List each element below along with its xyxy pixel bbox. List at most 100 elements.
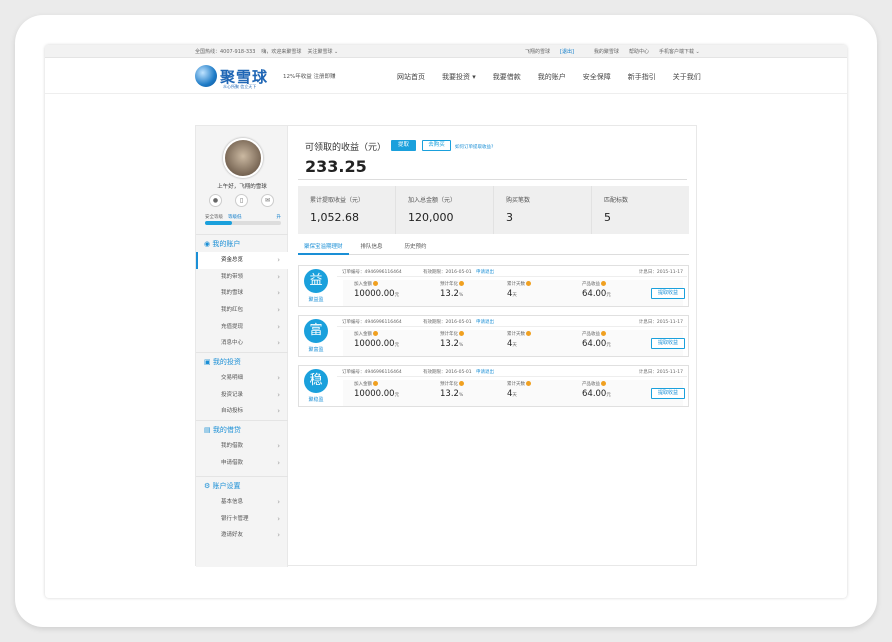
header: 聚雪球 众心所聚 信立天下 12%年收益 注册即赚 网站首页 我要投资 ▾ 我要…	[45, 58, 847, 94]
tab-history[interactable]: 历史预约	[399, 242, 433, 255]
main-nav: 网站首页 我要投资 ▾ 我要借款 我的账户 安全保障 新手指引 关于我们	[397, 72, 718, 82]
my-account-link[interactable]: 我的聚雪球	[594, 48, 619, 55]
security-level-value: 等级低	[228, 215, 242, 220]
loan-icon: ▤	[204, 426, 213, 434]
sidebar-item-deposit-withdraw[interactable]: 充值提现	[196, 319, 288, 336]
sidebar-item-bank-cards[interactable]: 银行卡管理	[196, 511, 288, 528]
withdraw-button[interactable]: 提取	[391, 140, 416, 151]
stat-matched: 匹配标数 5	[604, 197, 629, 224]
help-icon[interactable]	[601, 331, 606, 336]
tab-wealth[interactable]: 聚保宝溢期理财	[298, 242, 349, 255]
nav-security[interactable]: 安全保障	[583, 72, 611, 82]
help-icon[interactable]	[373, 331, 378, 336]
help-link[interactable]: 帮助中心	[629, 48, 649, 55]
redeem-link[interactable]: 申请退出	[476, 269, 494, 275]
verify-icons: ● ▯ ✉	[209, 194, 287, 207]
sidebar-item-messages[interactable]: 消息中心	[196, 335, 288, 352]
earnings-help-link[interactable]: 如何订单提取收益?	[455, 144, 493, 150]
buy-button[interactable]: 去购买	[422, 140, 451, 151]
welcome-text: 嗨，欢迎来聚雪球	[261, 48, 302, 55]
username-link[interactable]: 飞翔的雪球 [退出]	[525, 48, 584, 55]
sidebar-item-funds-overview[interactable]: 资金总览	[196, 252, 288, 269]
redeem-link[interactable]: 申请退出	[476, 319, 494, 325]
help-icon[interactable]	[526, 381, 531, 386]
sidebar: 上午好，飞翔的雪球 ● ▯ ✉ 安全等级等级低 升 ◉ 我的账户 资金总览 我的…	[196, 126, 288, 567]
help-icon[interactable]	[373, 281, 378, 286]
stats-panel: 累计提取收益（元） 1,052.68 加入总金额（元） 120,000 购买笔数 3 …	[298, 186, 689, 234]
days-col: 累计天数 4天	[507, 281, 531, 299]
avatar[interactable]	[223, 138, 263, 178]
rate-col: 预计年化 13.2%	[440, 281, 464, 299]
withdraw-earnings-button[interactable]: 提取收益	[651, 388, 685, 399]
nav-home[interactable]: 网站首页	[397, 72, 425, 82]
security-progress-bar	[205, 221, 281, 225]
security-progress-fill	[205, 221, 232, 225]
sidebar-item-auto-bid[interactable]: 自动投标	[196, 403, 288, 420]
globe-logo-icon	[195, 65, 217, 87]
help-icon[interactable]	[459, 281, 464, 286]
sidebar-item-transactions[interactable]: 交易明细	[196, 370, 288, 387]
phone-verify-icon[interactable]: ▯	[235, 194, 248, 207]
help-icon[interactable]	[601, 381, 606, 386]
earn-col: 产品收益 64.00元	[582, 281, 611, 299]
nav-account[interactable]: 我的账户	[538, 72, 566, 82]
help-icon[interactable]	[373, 381, 378, 386]
sidebar-group-loan: ▤ 我的借贷 我的借款 申请借款	[196, 420, 288, 471]
withdraw-earnings-button[interactable]: 提取收益	[651, 338, 685, 349]
stat-purchases: 购买笔数 3	[494, 186, 592, 234]
logout-link[interactable]: [退出]	[560, 49, 574, 55]
product-card: 稳聚稳盈 订单编号：4946996116464 有效期限：2016-05-01 申请退…	[298, 365, 689, 407]
help-icon[interactable]	[526, 331, 531, 336]
greeting: 上午好，飞翔的雪球	[217, 184, 267, 190]
sidebar-item-apply-loan[interactable]: 申请借款	[196, 455, 288, 472]
divider	[298, 179, 687, 180]
sidebar-item-my-lead[interactable]: 我的带领	[196, 269, 288, 286]
withdraw-earnings-button[interactable]: 提取收益	[651, 288, 685, 299]
sidebar-item-my-snowball[interactable]: 我的雪球	[196, 285, 288, 302]
sidebar-item-red-packet[interactable]: 我的红包	[196, 302, 288, 319]
order-number: 订单编号：4946996116464	[342, 370, 402, 375]
interest-date: 计息日：2015-11-17	[638, 320, 683, 325]
card-body: 加入金额 10000.00元 预计年化 13.2% 累计天数 4天 产品收益 64.00元 提取…	[343, 280, 685, 306]
stat-total-amount: 加入总金额（元） 120,000	[396, 186, 494, 234]
account-panel: 上午好，飞翔的雪球 ● ▯ ✉ 安全等级等级低 升 ◉ 我的账户 资金总览 我的…	[195, 125, 697, 567]
sidebar-group-title: ◉ 我的账户	[196, 234, 288, 252]
security-upgrade-link[interactable]: 升	[277, 214, 282, 220]
sidebar-item-my-loans[interactable]: 我的借款	[196, 438, 288, 455]
product-badge-icon: 富	[304, 319, 328, 343]
sidebar-item-basic-info[interactable]: 基本信息	[196, 494, 288, 511]
email-verify-icon[interactable]: ✉	[261, 194, 274, 207]
page: 全国热线：4007-918-333 嗨，欢迎来聚雪球 关注聚雪球 ⌄ 飞翔的雪球…	[45, 45, 847, 598]
app-download-link[interactable]: 手机客户端下载 ⌄	[659, 48, 700, 55]
nav-invest[interactable]: 我要投资 ▾	[442, 72, 476, 82]
help-icon[interactable]	[459, 381, 464, 386]
product-name: 聚益盈	[308, 297, 324, 303]
sidebar-group-title: ▣ 我的投资	[196, 352, 288, 370]
nav-borrow[interactable]: 我要借款	[493, 72, 521, 82]
user-verify-icon[interactable]: ●	[209, 194, 222, 207]
product-name: 聚稳盈	[308, 397, 324, 403]
tab-queue[interactable]: 排队信息	[355, 242, 389, 255]
amount-col: 加入金额 10000.00元	[354, 281, 400, 299]
valid-date: 有效期限：2016-05-01	[423, 270, 472, 275]
follow-link[interactable]: 关注聚雪球 ⌄	[307, 48, 338, 55]
sidebar-item-invite[interactable]: 邀请好友	[196, 527, 288, 544]
sidebar-group-title: ⚙ 账户设置	[196, 476, 288, 494]
help-icon[interactable]	[601, 281, 606, 286]
card-header: 订单编号：4946996116464 有效期限：2016-05-01 申请退出 计息日…	[337, 368, 687, 377]
help-icon[interactable]	[459, 331, 464, 336]
nav-guide[interactable]: 新手指引	[628, 72, 656, 82]
sidebar-item-invest-records[interactable]: 投资记录	[196, 387, 288, 404]
amount-col: 加入金额 10000.00元	[354, 331, 400, 349]
earn-col: 产品收益 64.00元	[582, 381, 611, 399]
order-number: 订单编号：4946996116464	[342, 270, 402, 275]
redeem-link[interactable]: 申请退出	[476, 369, 494, 375]
days-col: 累计天数 4天	[507, 381, 531, 399]
help-icon[interactable]	[526, 281, 531, 286]
earn-col: 产品收益 64.00元	[582, 331, 611, 349]
top-bar: 全国热线：4007-918-333 嗨，欢迎来聚雪球 关注聚雪球 ⌄ 飞翔的雪球…	[45, 45, 847, 58]
sidebar-group-account: ◉ 我的账户 资金总览 我的带领 我的雪球 我的红包 充值提现 消息中心	[196, 234, 288, 352]
nav-about[interactable]: 关于我们	[673, 72, 701, 82]
tabs: 聚保宝溢期理财 排队信息 历史预约	[298, 242, 689, 255]
logo[interactable]: 聚雪球 众心所聚 信立天下	[195, 65, 268, 89]
